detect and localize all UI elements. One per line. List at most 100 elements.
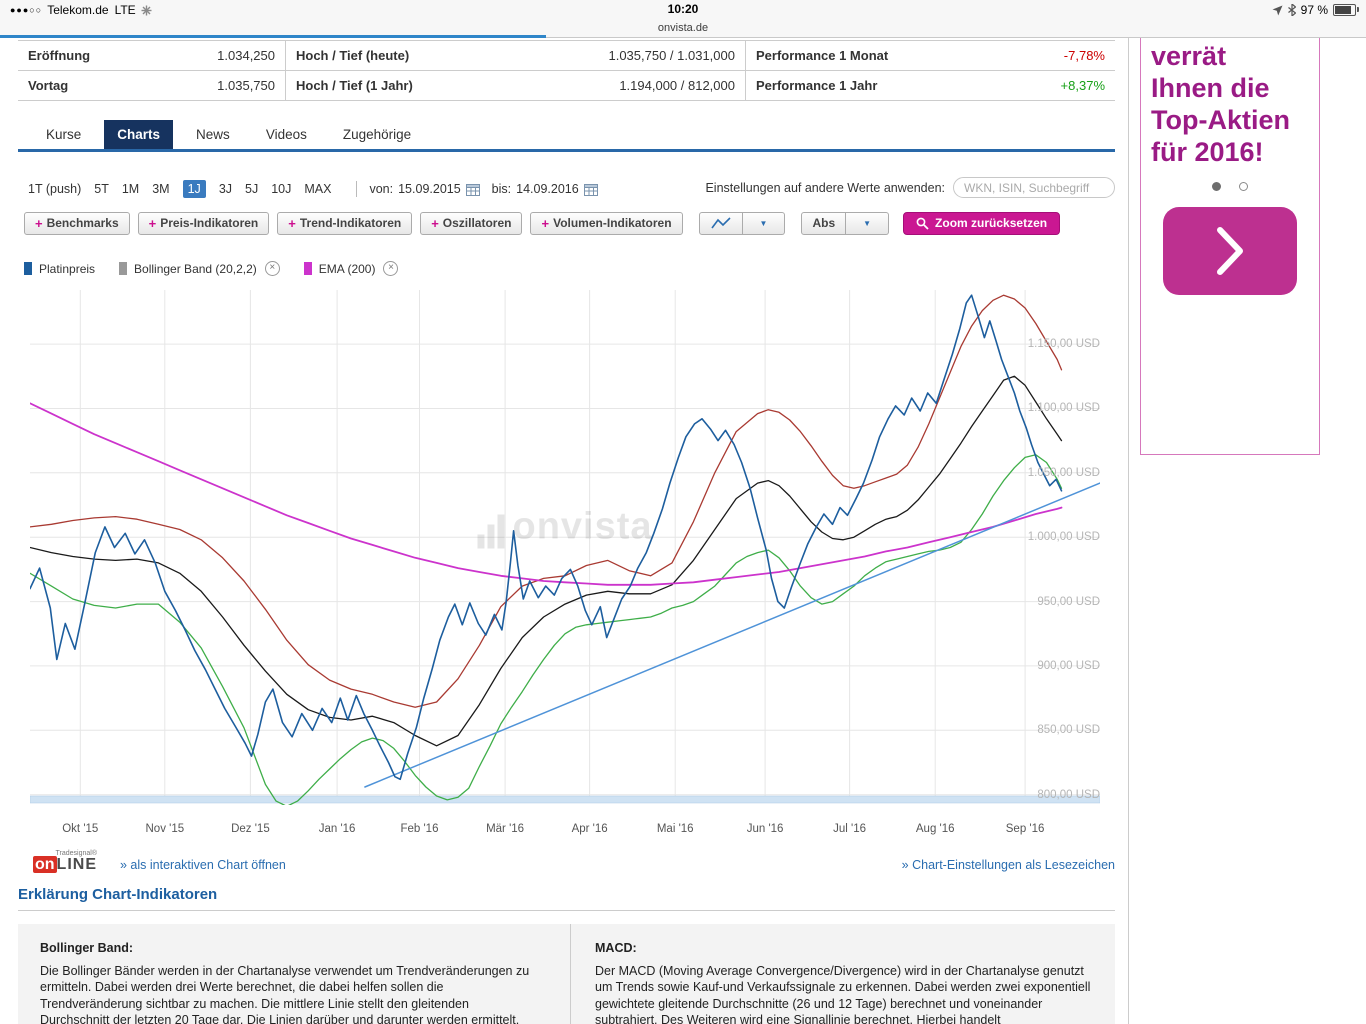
location-icon [1272, 5, 1283, 16]
button-label: Oszillatoren [443, 216, 512, 230]
y-axis-label: 1.150,00 USD [1028, 338, 1100, 350]
legend-swatch [304, 262, 312, 275]
period-1m[interactable]: 1M [122, 182, 139, 196]
chevron-down-icon: ▼ [753, 219, 775, 228]
battery-percent: 97 % [1301, 3, 1328, 17]
apply-settings-label: Einstellungen auf andere Werte anwenden: [705, 181, 945, 195]
period-3m[interactable]: 3M [152, 182, 169, 196]
quote-value: 1.035,750 [217, 78, 275, 93]
series-bollinger-band-oben [30, 295, 1062, 707]
section-tabs: Kurse Charts News Videos Zugehörige [18, 120, 1115, 152]
watermark-bars-icon [477, 514, 504, 548]
chevron-right-icon [1213, 223, 1247, 279]
add-preis-indikatoren-button[interactable]: +Preis-Indikatoren [138, 212, 270, 235]
advertisement[interactable]: verrätIhnen dieTop-Aktienfür 2016! [1140, 38, 1320, 455]
macd-title: MACD: [595, 940, 1095, 957]
period-3j[interactable]: 3J [219, 182, 232, 196]
battery-icon [1333, 4, 1356, 16]
scale-abs-button[interactable]: Abs [801, 212, 846, 235]
period-1t-push[interactable]: 1T (push) [28, 182, 81, 196]
sync-icon [141, 5, 152, 16]
period-1j[interactable]: 1J [183, 180, 206, 198]
symbol-search-input[interactable] [953, 177, 1115, 198]
calendar-icon[interactable] [466, 183, 480, 196]
ad-text-line: verrät [1151, 40, 1309, 72]
ad-pagination-dots[interactable] [1141, 182, 1319, 191]
ipad-safari-screen: ●●●○○ Telekom.de LTE 10:20 97 % onvista.… [0, 0, 1366, 1024]
tradesignal-logo: Tradesignal® onLINE [33, 850, 97, 873]
macd-explanation: MACD: Der MACD (Moving Average Convergen… [595, 940, 1095, 1024]
magnifier-icon [916, 217, 929, 230]
pagination-dot-active[interactable] [1212, 182, 1221, 191]
open-interactive-chart-link[interactable]: » als interaktiven Chart öffnen [120, 858, 286, 872]
indicator-buttons: +Benchmarks+Preis-Indikatoren+Trend-Indi… [24, 212, 683, 235]
period-max[interactable]: MAX [304, 182, 331, 196]
explanation-heading: Erklärung Chart-Indikatoren [18, 886, 217, 903]
tab-charts[interactable]: Charts [104, 120, 173, 149]
carrier-label: Telekom.de [47, 3, 108, 17]
add-benchmarks-button[interactable]: +Benchmarks [24, 212, 130, 235]
remove-indicator-icon[interactable]: × [383, 261, 398, 276]
x-axis-label: Okt '15 [62, 823, 98, 835]
quote-label: Performance 1 Jahr [756, 78, 877, 93]
add-volumen-indikatoren-button[interactable]: + Volumen-Indikatoren [530, 212, 682, 235]
period-selector: 1T (push) 5T 1M 3M 1J 3J 5J 10J MAX [28, 180, 344, 198]
chevron-down-icon: ▼ [856, 219, 878, 228]
divider [1128, 38, 1129, 1024]
period-5j[interactable]: 5J [245, 182, 258, 196]
tab-zugehörige[interactable]: Zugehörige [330, 120, 424, 149]
tab-news[interactable]: News [183, 120, 243, 149]
series-bollinger-band-mitte [30, 376, 1062, 746]
quote-cell: Performance 1 Monat-7,78% [745, 41, 1115, 70]
from-label: von: [369, 182, 393, 196]
x-axis-label: Apr '16 [572, 823, 608, 835]
from-date[interactable]: 15.09.2015 [398, 182, 461, 196]
scale-dropdown[interactable]: ▼ [846, 212, 889, 235]
quote-cell: Eröffnung1.034,250 [18, 41, 285, 70]
button-label: Trend-Indikatoren [300, 216, 401, 230]
button-label: Benchmarks [47, 216, 119, 230]
zoom-reset-button[interactable]: Zoom zurücksetzen [903, 212, 1060, 235]
indicator-explanations: Bollinger Band: Die Bollinger Bänder wer… [18, 924, 1115, 1024]
logo-line: LINE [57, 856, 97, 873]
logo-on: on [33, 856, 57, 873]
legend-item: Bollinger Band (20,2,2)× [119, 261, 280, 276]
tab-kurse[interactable]: Kurse [33, 120, 94, 149]
divider [18, 910, 1115, 911]
clock: 10:20 [668, 2, 699, 16]
pagination-dot[interactable] [1239, 182, 1248, 191]
bollinger-text: Die Bollinger Bänder werden in der Chart… [40, 963, 540, 1024]
bollinger-explanation: Bollinger Band: Die Bollinger Bänder wer… [40, 940, 540, 1024]
ad-next-button[interactable] [1163, 207, 1297, 295]
button-label: Preis-Indikatoren [160, 216, 258, 230]
legend-item: Platinpreis [24, 262, 95, 276]
add-oszillatoren-button[interactable]: +Oszillatoren [420, 212, 522, 235]
legend-swatch [119, 262, 127, 275]
legend-item: EMA (200)× [304, 261, 399, 276]
chart-controls-toolbar: +Benchmarks+Preis-Indikatoren+Trend-Indi… [24, 211, 1060, 235]
plus-icon: + [541, 216, 549, 231]
ad-text-line: für 2016! [1151, 136, 1309, 168]
calendar-icon[interactable] [584, 183, 598, 196]
chart-type-dropdown[interactable]: ▼ [743, 212, 786, 235]
legend-swatch [24, 262, 32, 275]
remove-indicator-icon[interactable]: × [265, 261, 280, 276]
chart-type-button[interactable] [699, 212, 743, 235]
apply-settings: Einstellungen auf andere Werte anwenden: [705, 177, 1115, 198]
series-ema-200 [30, 403, 1062, 585]
bookmark-chart-settings-link[interactable]: » Chart-Einstellungen als Lesezeichen [902, 858, 1115, 872]
button-label: Volumen-Indikatoren [553, 216, 671, 230]
add-trend-indikatoren-button[interactable]: +Trend-Indikatoren [277, 212, 412, 235]
x-axis-label: Jun '16 [747, 823, 784, 835]
to-date[interactable]: 14.09.2016 [516, 182, 579, 196]
x-axis-label: Aug '16 [916, 823, 955, 835]
x-axis-label: Mai '16 [657, 823, 694, 835]
chart-footer: Tradesignal® onLINE » als interaktiven C… [18, 850, 1115, 884]
price-chart[interactable]: 1.150,00 USD1.100,00 USD1.050,00 USD1.00… [30, 290, 1100, 805]
tab-videos[interactable]: Videos [253, 120, 320, 149]
period-5t[interactable]: 5T [94, 182, 109, 196]
period-10j[interactable]: 10J [271, 182, 291, 196]
quote-value: 1.035,750 / 1.031,000 [608, 48, 735, 63]
y-axis-label: 1.000,00 USD [1028, 531, 1100, 543]
quote-value: 1.194,000 / 812,000 [619, 78, 735, 93]
